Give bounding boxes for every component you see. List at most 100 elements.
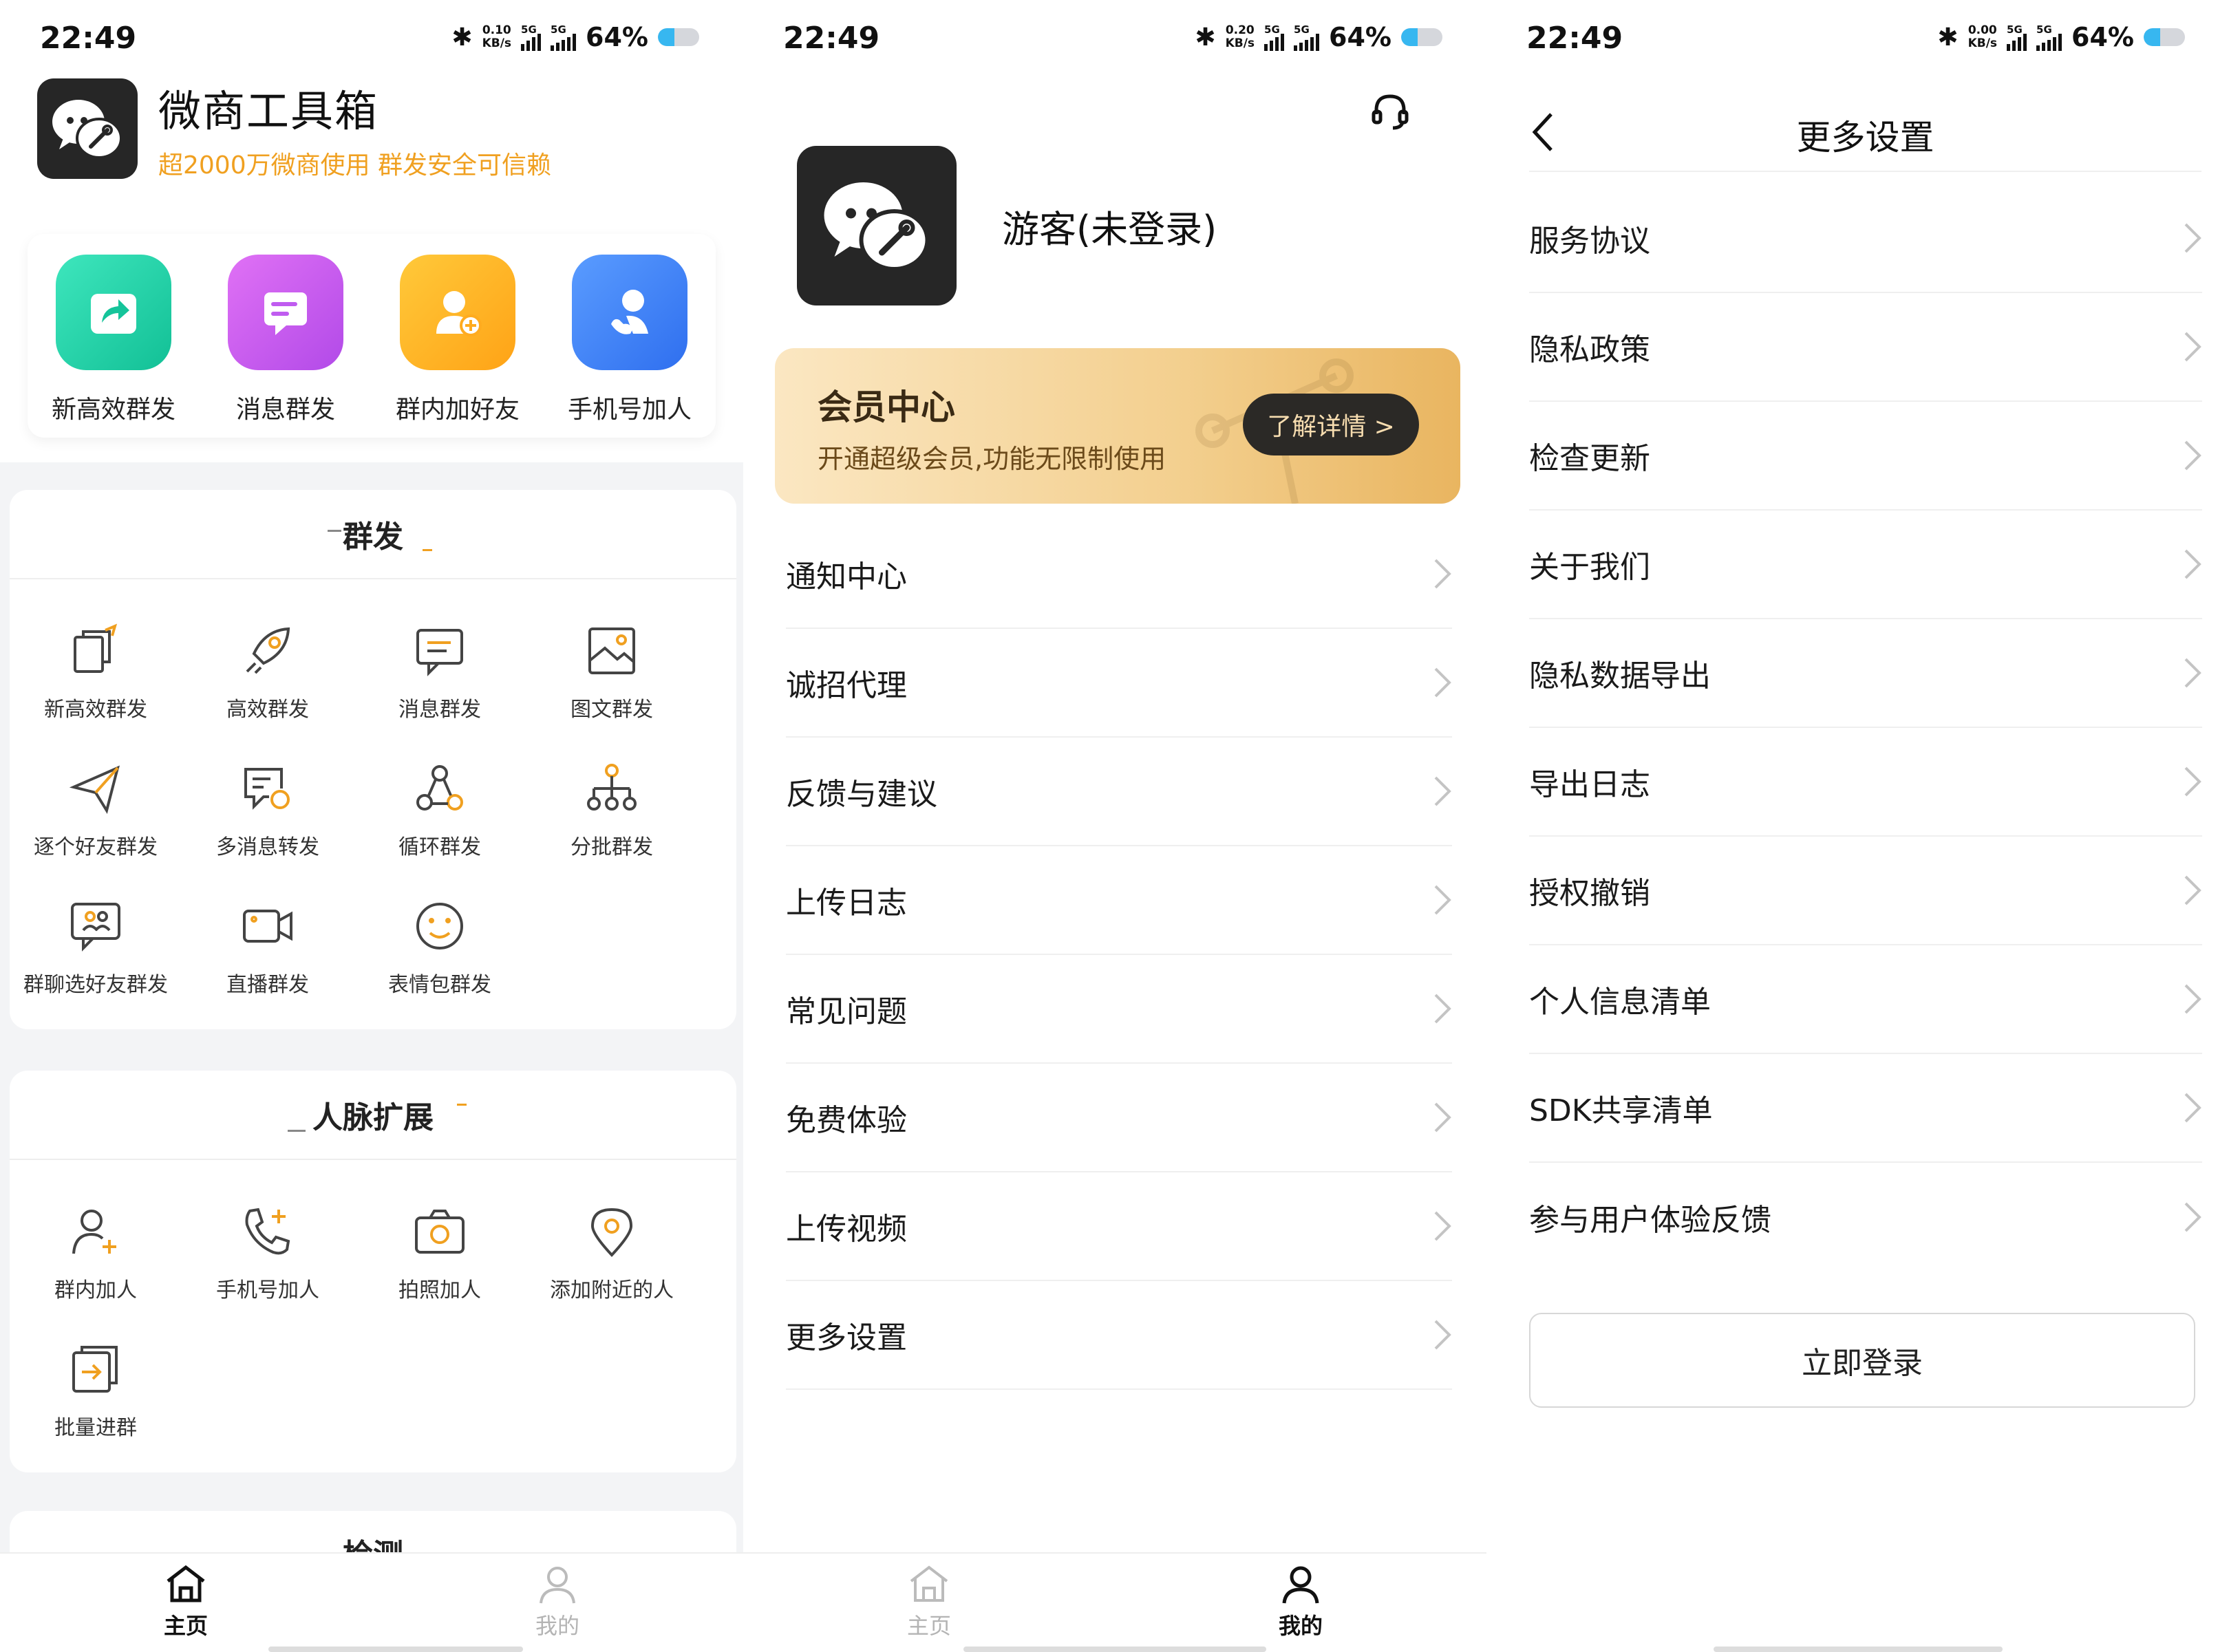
broadcast-cycle[interactable]: 循环群发 bbox=[354, 732, 526, 870]
login-button[interactable]: 立即登录 bbox=[1529, 1313, 2195, 1408]
member-title: 会员中心 bbox=[818, 387, 955, 427]
tab-home[interactable]: 主页 bbox=[743, 1554, 1115, 1652]
signal-icon: 5G bbox=[2036, 23, 2062, 51]
signal-icon: 5G bbox=[1294, 23, 1320, 51]
settings-export-log[interactable]: 导出日志 bbox=[1529, 728, 2202, 837]
settings-revoke-authorization[interactable]: 授权撤销 bbox=[1529, 837, 2202, 945]
broadcast-sticker[interactable]: 表情包群发 bbox=[354, 870, 526, 1007]
signal-icon: 5G bbox=[2007, 23, 2027, 51]
tab-mine[interactable]: 我的 bbox=[372, 1554, 743, 1652]
quick-action-phone-add[interactable]: 手机号加人 bbox=[544, 234, 716, 438]
customer-service-icon[interactable] bbox=[1369, 91, 1411, 132]
message-lines-icon bbox=[408, 619, 471, 683]
status-time: 22:49 bbox=[1526, 21, 1623, 56]
tab-home[interactable]: 主页 bbox=[0, 1554, 372, 1652]
chevron-right-icon bbox=[1434, 667, 1451, 698]
app-logo bbox=[37, 78, 138, 179]
network-phone-add[interactable]: 手机号加人 bbox=[182, 1175, 354, 1313]
image-icon bbox=[580, 619, 643, 683]
status-time: 22:49 bbox=[40, 21, 137, 56]
menu-feedback[interactable]: 反馈与建议 bbox=[786, 738, 1452, 846]
chevron-right-icon bbox=[1434, 994, 1451, 1024]
chevron-right-icon bbox=[2184, 766, 2201, 797]
menu-upload-log[interactable]: 上传日志 bbox=[786, 846, 1452, 955]
bluetooth-icon: ✱ bbox=[1937, 23, 1959, 52]
quick-action-group-add-friend[interactable]: 群内加好友 bbox=[372, 234, 544, 438]
app-header: 微商工具箱 超2000万微商使用 群发安全可信赖 bbox=[37, 77, 551, 180]
phone-plus-icon bbox=[236, 1200, 299, 1263]
menu-upload-video[interactable]: 上传视频 bbox=[786, 1172, 1452, 1281]
network-speed: 0.10 KB/s bbox=[482, 23, 512, 50]
network-nearby-add[interactable]: 添加附近的人 bbox=[526, 1175, 698, 1313]
camera-icon bbox=[408, 1200, 471, 1263]
battery-icon bbox=[658, 28, 699, 46]
chevron-right-icon bbox=[1434, 885, 1451, 915]
settings-personal-info-list[interactable]: 个人信息清单 bbox=[1529, 945, 2202, 1054]
menu-more-settings[interactable]: 更多设置 bbox=[786, 1281, 1452, 1390]
section-title: 人脉扩展 bbox=[10, 1071, 736, 1160]
network-speed: 0.00 KB/s bbox=[1967, 23, 1998, 50]
mine-menu: 通知中心 诚招代理 反馈与建议 上传日志 常见问题 免费体验 上传视频 更多设置 bbox=[786, 520, 1452, 1390]
menu-notification-center[interactable]: 通知中心 bbox=[786, 520, 1452, 629]
broadcast-batch[interactable]: 分批群发 bbox=[526, 732, 698, 870]
broadcast-message[interactable]: 消息群发 bbox=[354, 594, 526, 732]
settings-privacy-export[interactable]: 隐私数据导出 bbox=[1529, 619, 2202, 728]
status-bar: 22:49 ✱ 0.00 KB/s 5G 5G 64% bbox=[1486, 0, 2229, 76]
settings-ux-feedback[interactable]: 参与用户体验反馈 bbox=[1529, 1163, 2202, 1272]
network-photo-add[interactable]: 拍照加人 bbox=[354, 1175, 526, 1313]
bluetooth-icon: ✱ bbox=[451, 23, 473, 52]
share-icon bbox=[56, 255, 171, 370]
settings-screen: 22:49 ✱ 0.00 KB/s 5G 5G 64% 更多设置 服务协议 隐私政… bbox=[1486, 0, 2229, 1652]
settings-check-update[interactable]: 检查更新 bbox=[1529, 402, 2202, 511]
battery-percent: 64% bbox=[586, 22, 648, 52]
user-profile[interactable]: 游客(未登录) bbox=[797, 146, 1217, 305]
battery-percent: 64% bbox=[2071, 22, 2134, 52]
chevron-right-icon bbox=[1434, 559, 1451, 589]
cycle-nodes-icon bbox=[408, 757, 471, 820]
network-batch-join[interactable]: 批量进群 bbox=[10, 1313, 182, 1450]
user-icon bbox=[1282, 1566, 1319, 1604]
chevron-right-icon bbox=[2184, 984, 2201, 1014]
settings-service-agreement[interactable]: 服务协议 bbox=[1529, 184, 2202, 293]
broadcast-new-efficient[interactable]: 新高效群发 bbox=[10, 594, 182, 732]
settings-list: 服务协议 隐私政策 检查更新 关于我们 隐私数据导出 导出日志 授权撤销 个人信… bbox=[1529, 184, 2202, 1272]
signal-icon: 5G bbox=[1264, 23, 1285, 51]
settings-about-us[interactable]: 关于我们 bbox=[1529, 511, 2202, 619]
settings-privacy-policy[interactable]: 隐私政策 bbox=[1529, 293, 2202, 402]
quick-action-new-broadcast[interactable]: 新高效群发 bbox=[28, 234, 200, 438]
quick-action-message-broadcast[interactable]: 消息群发 bbox=[200, 234, 372, 438]
settings-sdk-share-list[interactable]: SDK共享清单 bbox=[1529, 1054, 2202, 1163]
chevron-right-icon bbox=[2184, 332, 2201, 362]
member-details-button[interactable]: 了解详情 > bbox=[1243, 394, 1419, 455]
broadcast-section: 群发 新高效群发 高效群发 消息群发 图文群发 逐个好友群发 多消息转发 循环群… bbox=[10, 490, 736, 1029]
broadcast-efficient[interactable]: 高效群发 bbox=[182, 594, 354, 732]
menu-free-trial[interactable]: 免费体验 bbox=[786, 1064, 1452, 1172]
smile-icon bbox=[408, 894, 471, 958]
chevron-right-icon bbox=[2184, 1202, 2201, 1232]
chevron-right-icon bbox=[2184, 223, 2201, 253]
broadcast-multi-forward[interactable]: 多消息转发 bbox=[182, 732, 354, 870]
broadcast-image-text[interactable]: 图文群发 bbox=[526, 594, 698, 732]
home-indicator bbox=[963, 1646, 1266, 1652]
broadcast-group-select-friends[interactable]: 群聊选好友群发 bbox=[10, 870, 182, 1007]
location-pin-icon bbox=[580, 1200, 643, 1263]
app-slogan: 超2000万微商使用 群发安全可信赖 bbox=[158, 151, 552, 180]
menu-agent-recruit[interactable]: 诚招代理 bbox=[786, 629, 1452, 738]
status-time: 22:49 bbox=[783, 21, 880, 56]
network-group-add[interactable]: 群内加人 bbox=[10, 1175, 182, 1313]
home-icon bbox=[910, 1565, 948, 1602]
chevron-right-icon bbox=[2184, 658, 2201, 688]
quick-actions: 新高效群发 消息群发 群内加好友 手机号加人 bbox=[28, 234, 716, 438]
chevron-right-icon bbox=[2184, 549, 2201, 579]
broadcast-one-by-one[interactable]: 逐个好友群发 bbox=[10, 732, 182, 870]
copy-share-icon bbox=[64, 619, 127, 683]
batch-enter-icon bbox=[64, 1338, 127, 1401]
battery-icon bbox=[1401, 28, 1442, 46]
menu-faq[interactable]: 常见问题 bbox=[786, 955, 1452, 1064]
tab-mine[interactable]: 我的 bbox=[1115, 1554, 1486, 1652]
user-plus-icon bbox=[64, 1200, 127, 1263]
member-center-banner[interactable]: 会员中心 开通超级会员,功能无限制使用 了解详情 > bbox=[775, 348, 1460, 504]
broadcast-live[interactable]: 直播群发 bbox=[182, 870, 354, 1007]
mine-screen: 22:49 ✱ 0.20KB/s 5G 5G 64% 游客(未登录) 会员中心 bbox=[743, 0, 1486, 1652]
signal-icon: 5G bbox=[551, 23, 577, 51]
